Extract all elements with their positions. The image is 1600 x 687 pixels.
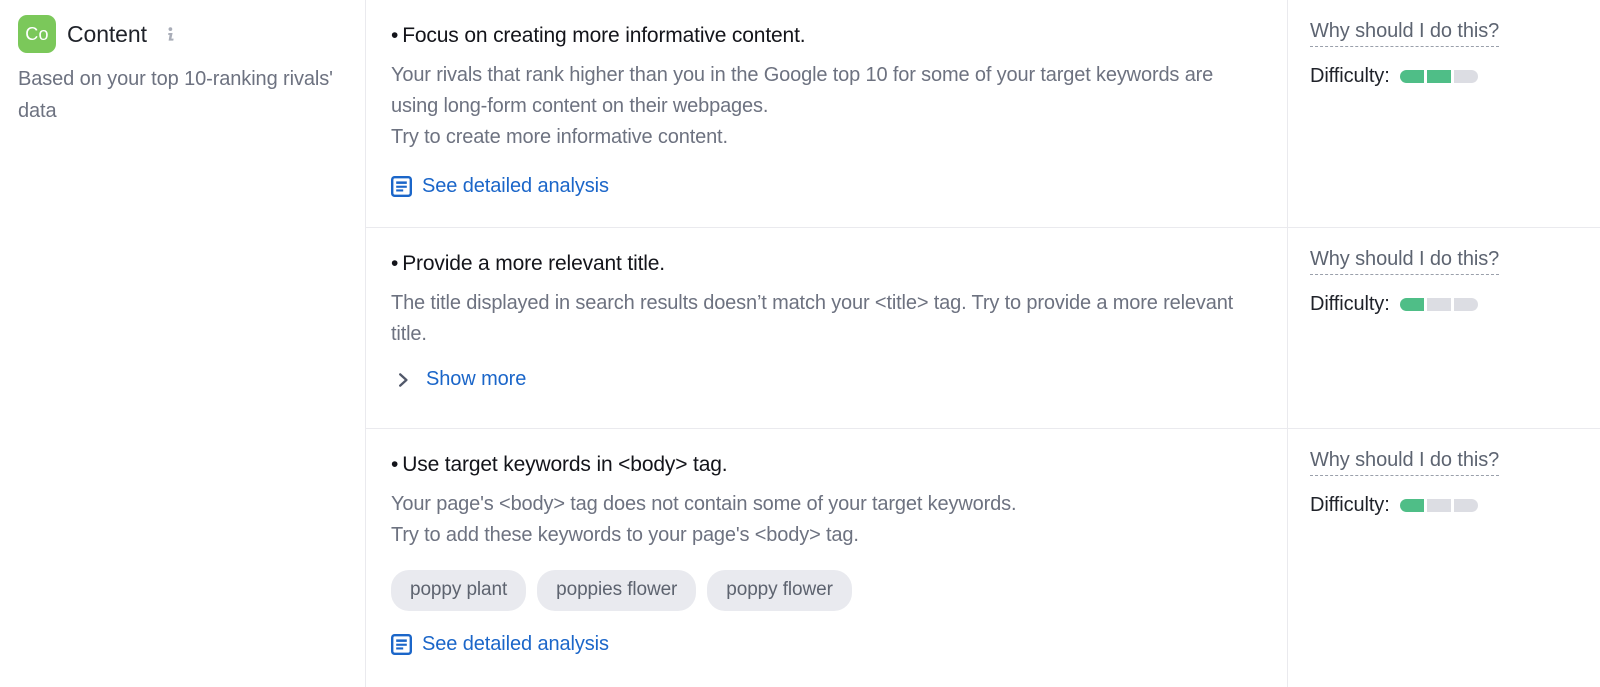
table-row: •Use target keywords in <body> tag. Your… (366, 429, 1600, 687)
bullet-marker: • (391, 250, 398, 278)
keyword-pill[interactable]: poppy flower (707, 570, 852, 611)
document-analysis-icon (391, 634, 412, 655)
show-more-label[interactable]: Show more (426, 368, 526, 391)
document-analysis-icon (391, 176, 412, 197)
idea-description-line-2: Try to create more informative content. (391, 122, 1241, 153)
difficulty-segment (1454, 298, 1478, 311)
idea-content: •Provide a more relevant title. The titl… (366, 228, 1287, 428)
keyword-pill[interactable]: poppies flower (537, 570, 696, 611)
difficulty-segment (1400, 298, 1424, 311)
difficulty-segment (1454, 70, 1478, 83)
idea-description-line-1: Your page's <body> tag does not contain … (391, 489, 1241, 520)
idea-title-text: Use target keywords in <body> tag. (402, 453, 727, 476)
chevron-right-icon (396, 370, 412, 390)
idea-meta: Why should I do this? Difficulty: (1287, 0, 1600, 227)
idea-description-line-1: The title displayed in search results do… (391, 288, 1241, 350)
why-should-i-do-this-link[interactable]: Why should I do this? (1310, 20, 1499, 47)
difficulty-label: Difficulty: (1310, 293, 1390, 316)
see-detailed-analysis-label[interactable]: See detailed analysis (422, 175, 609, 198)
difficulty-meter (1400, 298, 1478, 311)
category-title: Content (67, 21, 147, 48)
category-badge: Co (18, 15, 56, 53)
category-header: Co Content (18, 14, 345, 54)
why-should-i-do-this-link[interactable]: Why should I do this? (1310, 248, 1499, 275)
difficulty-meter (1400, 499, 1478, 512)
difficulty-indicator: Difficulty: (1310, 494, 1600, 517)
see-detailed-analysis-link[interactable]: See detailed analysis (391, 633, 1259, 656)
table-row: •Provide a more relevant title. The titl… (366, 228, 1600, 429)
difficulty-meter (1400, 70, 1478, 83)
difficulty-indicator: Difficulty: (1310, 293, 1600, 316)
why-should-i-do-this-link[interactable]: Why should I do this? (1310, 449, 1499, 476)
bullet-marker: • (391, 451, 398, 479)
table-row: •Focus on creating more informative cont… (366, 0, 1600, 228)
difficulty-label: Difficulty: (1310, 65, 1390, 88)
keyword-pill[interactable]: poppy plant (391, 570, 526, 611)
difficulty-indicator: Difficulty: (1310, 65, 1600, 88)
keyword-pill-list: poppy plant poppies flower poppy flower (391, 570, 1259, 611)
info-icon[interactable] (162, 26, 178, 44)
idea-meta: Why should I do this? Difficulty: (1287, 228, 1600, 428)
bullet-marker: • (391, 22, 398, 50)
idea-title-text: Focus on creating more informative conte… (402, 24, 805, 47)
idea-title: •Focus on creating more informative cont… (391, 22, 1259, 50)
idea-description-line-1: Your rivals that rank higher than you in… (391, 60, 1241, 122)
difficulty-segment (1427, 499, 1451, 512)
idea-meta: Why should I do this? Difficulty: (1287, 429, 1600, 687)
difficulty-segment (1454, 499, 1478, 512)
show-more-link[interactable]: Show more (391, 368, 1259, 391)
difficulty-segment (1427, 298, 1451, 311)
idea-title: •Provide a more relevant title. (391, 250, 1259, 278)
idea-content: •Focus on creating more informative cont… (366, 0, 1287, 227)
difficulty-label: Difficulty: (1310, 494, 1390, 517)
category-sidebar: Co Content Based on your top 10-ranking … (0, 0, 365, 687)
seo-ideas-content-panel: Co Content Based on your top 10-ranking … (0, 0, 1600, 687)
idea-title: •Use target keywords in <body> tag. (391, 451, 1259, 479)
see-detailed-analysis-link[interactable]: See detailed analysis (391, 175, 1259, 198)
difficulty-segment (1400, 70, 1424, 83)
see-detailed-analysis-label[interactable]: See detailed analysis (422, 633, 609, 656)
difficulty-segment (1400, 499, 1424, 512)
ideas-list: •Focus on creating more informative cont… (365, 0, 1600, 687)
idea-description-line-2: Try to add these keywords to your page's… (391, 520, 1241, 551)
difficulty-segment (1427, 70, 1451, 83)
idea-title-text: Provide a more relevant title. (402, 252, 665, 275)
idea-content: •Use target keywords in <body> tag. Your… (366, 429, 1287, 687)
category-subtitle: Based on your top 10-ranking rivals' dat… (18, 63, 345, 127)
